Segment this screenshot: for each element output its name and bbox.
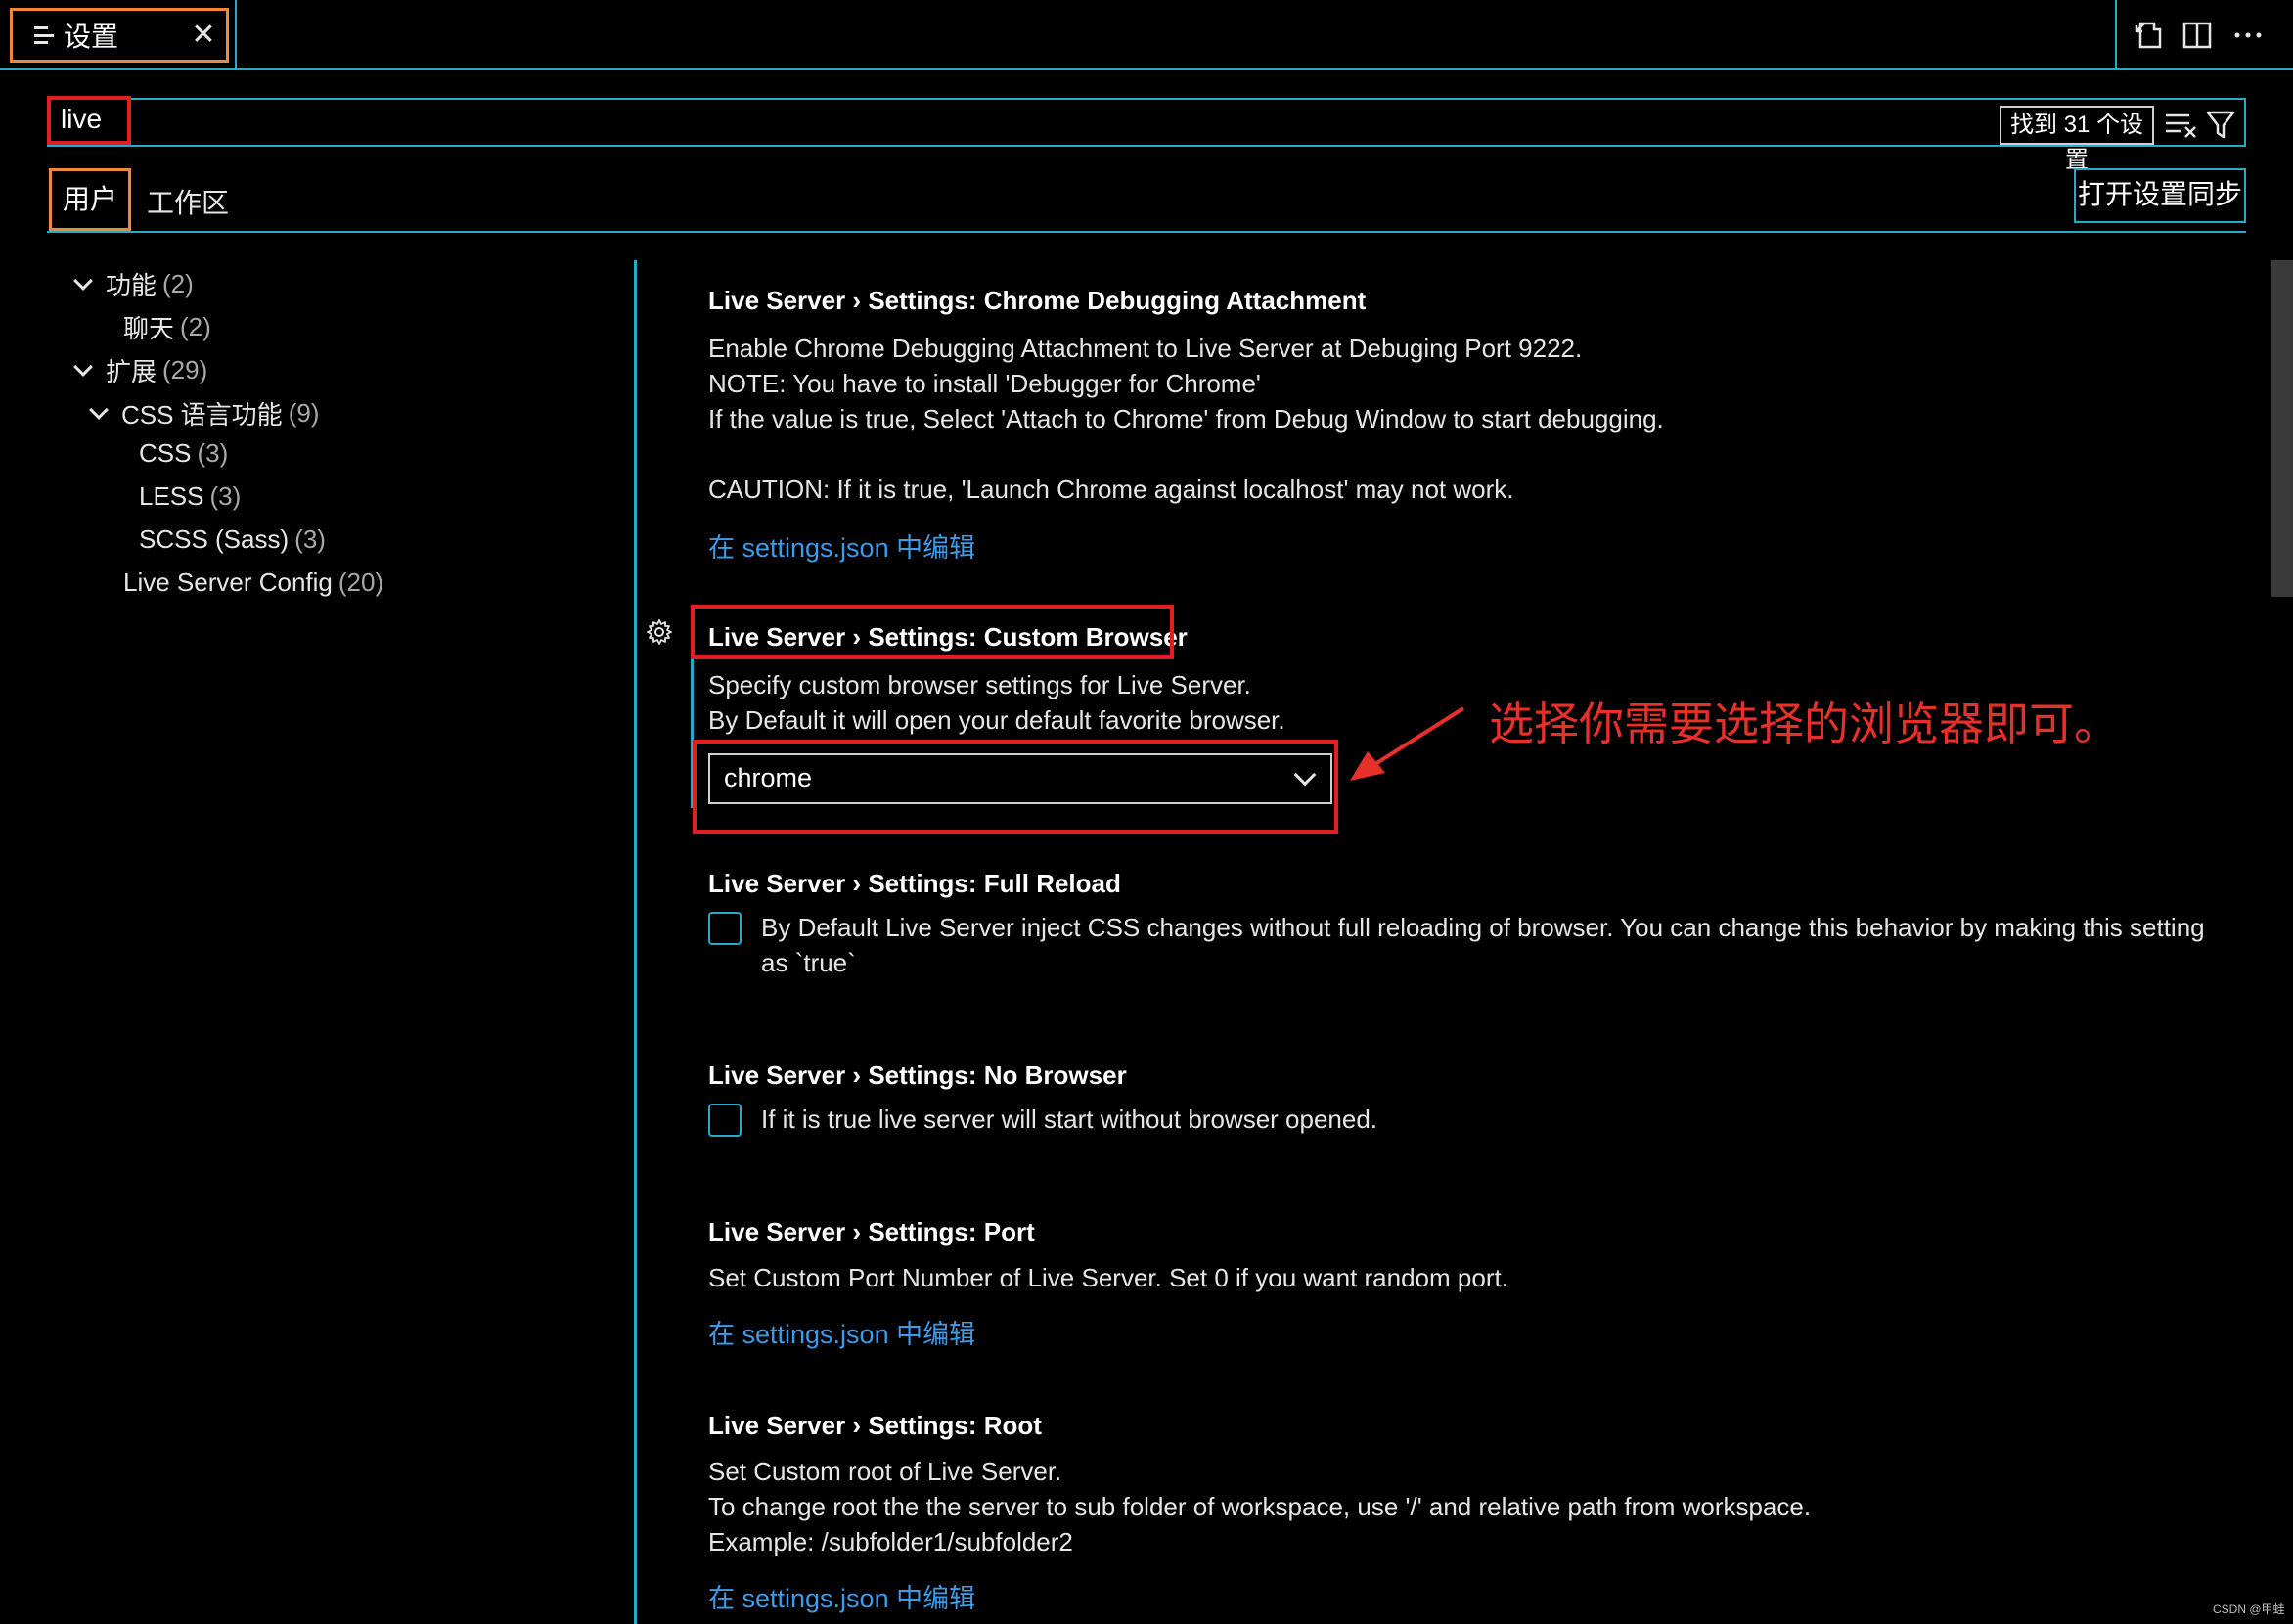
- setting-description: Enable Chrome Debugging Attachment to Li…: [708, 334, 1583, 363]
- setting-description: CAUTION: If it is true, 'Launch Chrome a…: [708, 474, 1514, 504]
- annotation-text: 选择你需要选择的浏览器即可。: [1489, 698, 2119, 750]
- setting-description: By Default it will open your default fav…: [708, 705, 1285, 735]
- toc-count: (9): [288, 398, 320, 428]
- setting-description: Example: /subfolder1/subfolder2: [708, 1527, 1073, 1556]
- toc-item-scss[interactable]: SCSS (Sass) (3): [139, 524, 326, 555]
- toc-item-features[interactable]: 功能 (2): [73, 266, 194, 302]
- settings-sync-button[interactable]: 打开设置同步: [2074, 168, 2246, 223]
- checkbox-label: By Default Live Server inject CSS change…: [761, 913, 2205, 977]
- tab-user[interactable]: 用户: [49, 168, 131, 231]
- edit-in-settings-json-link[interactable]: 在 settings.json 中编辑: [708, 1577, 975, 1615]
- setting-description: Set Custom Port Number of Live Server. S…: [708, 1263, 1508, 1292]
- toc-count: (2): [180, 312, 211, 341]
- setting-name: Chrome Debugging Attachment: [983, 286, 1367, 315]
- setting-description: If the value is true, Select 'Attach to …: [708, 404, 1664, 433]
- setting-title-no-browser: Live Server › Settings: No Browser: [708, 1060, 1127, 1091]
- toc-label: CSS 语言功能: [121, 400, 283, 429]
- chevron-down-icon: [89, 399, 109, 420]
- setting-title-port: Live Server › Settings: Port: [708, 1217, 1035, 1247]
- setting-name: Port: [983, 1217, 1035, 1246]
- toc-label: 扩展: [106, 357, 157, 386]
- edit-in-settings-json-link[interactable]: 在 settings.json 中编辑: [708, 1313, 975, 1351]
- gear-icon[interactable]: [646, 618, 673, 646]
- chevron-down-icon: [73, 356, 93, 377]
- watermark: CSDN @甲蛙: [2213, 1602, 2285, 1616]
- setting-title-root: Live Server › Settings: Root: [708, 1411, 1042, 1441]
- toc-label: SCSS (Sass): [139, 524, 290, 554]
- toolbar-divider: [2115, 0, 2117, 70]
- toc-item-live-server-config[interactable]: Live Server Config (20): [123, 567, 383, 598]
- setting-name: Full Reload: [983, 869, 1121, 898]
- open-settings-json-icon[interactable]: [2131, 18, 2166, 53]
- settings-search-input[interactable]: [47, 98, 2246, 147]
- toc-label: CSS: [139, 438, 192, 468]
- toc-count: (29): [162, 355, 208, 384]
- tab-title: 设置: [64, 22, 119, 52]
- scope-tab-underline: [47, 231, 2246, 233]
- toc-count: (3): [294, 524, 326, 554]
- toc-label: LESS: [139, 481, 204, 511]
- tab-workspace[interactable]: 工作区: [147, 182, 229, 221]
- full-reload-checkbox[interactable]: [708, 912, 742, 945]
- setting-category: Live Server › Settings:: [708, 869, 984, 898]
- clear-filter-icon[interactable]: [2164, 110, 2199, 141]
- no-browser-checkbox[interactable]: [708, 1104, 742, 1137]
- setting-category: Live Server › Settings:: [708, 1411, 984, 1440]
- setting-name: Root: [983, 1411, 1042, 1440]
- toc-count: (3): [209, 481, 242, 511]
- toc-divider: [634, 260, 637, 1624]
- edit-in-settings-json-link[interactable]: 在 settings.json 中编辑: [708, 526, 975, 564]
- setting-title-full-reload: Live Server › Settings: Full Reload: [708, 869, 1121, 899]
- toc-item-chat[interactable]: 聊天 (2): [123, 309, 211, 345]
- search-query[interactable]: live: [61, 104, 102, 135]
- setting-description: Specify custom browser settings for Live…: [708, 670, 1251, 699]
- settings-tab[interactable]: 设置 ✕: [10, 8, 229, 63]
- checkbox-label: If it is true live server will start wit…: [761, 1105, 1378, 1134]
- result-count-badge: 找到 31 个设置: [2000, 106, 2154, 173]
- chevron-down-icon: [73, 270, 93, 291]
- setting-description: Set Custom root of Live Server.: [708, 1457, 1062, 1486]
- editor-tab-bar: [0, 0, 2293, 70]
- toc-count: (20): [337, 567, 384, 597]
- close-tab-icon[interactable]: ✕: [189, 21, 218, 50]
- setting-description: NOTE: You have to install 'Debugger for …: [708, 369, 1261, 398]
- toc-item-extensions[interactable]: 扩展 (29): [73, 352, 208, 388]
- settings-list-icon: [34, 26, 54, 44]
- toc-count: (3): [197, 438, 229, 468]
- scrollbar-thumb[interactable]: [2271, 260, 2293, 597]
- setting-category: Live Server › Settings:: [708, 286, 984, 315]
- split-editor-icon[interactable]: [2180, 18, 2215, 53]
- select-highlight-box: [693, 740, 1338, 834]
- more-actions-icon[interactable]: [2230, 18, 2266, 53]
- tab-divider: [235, 0, 237, 70]
- title-highlight-box: [691, 605, 1174, 659]
- toc-label: 功能: [106, 271, 157, 300]
- filter-icon[interactable]: [2205, 108, 2236, 141]
- toc-item-less[interactable]: LESS (3): [139, 481, 241, 512]
- setting-description: To change root the the server to sub fol…: [708, 1492, 1812, 1521]
- toc-count: (2): [162, 269, 194, 298]
- setting-category: Live Server › Settings:: [708, 1060, 984, 1090]
- annotation-arrow-icon: [1350, 706, 1465, 781]
- toc-label: 聊天: [123, 314, 175, 343]
- setting-title-chrome-debugging: Live Server › Settings: Chrome Debugging…: [708, 286, 1366, 316]
- setting-category: Live Server › Settings:: [708, 1217, 984, 1246]
- toc-item-css[interactable]: CSS (3): [139, 438, 228, 469]
- setting-name: No Browser: [983, 1060, 1127, 1090]
- toc-label: Live Server Config: [123, 567, 333, 597]
- toc-item-css-language[interactable]: CSS 语言功能 (9): [89, 395, 320, 431]
